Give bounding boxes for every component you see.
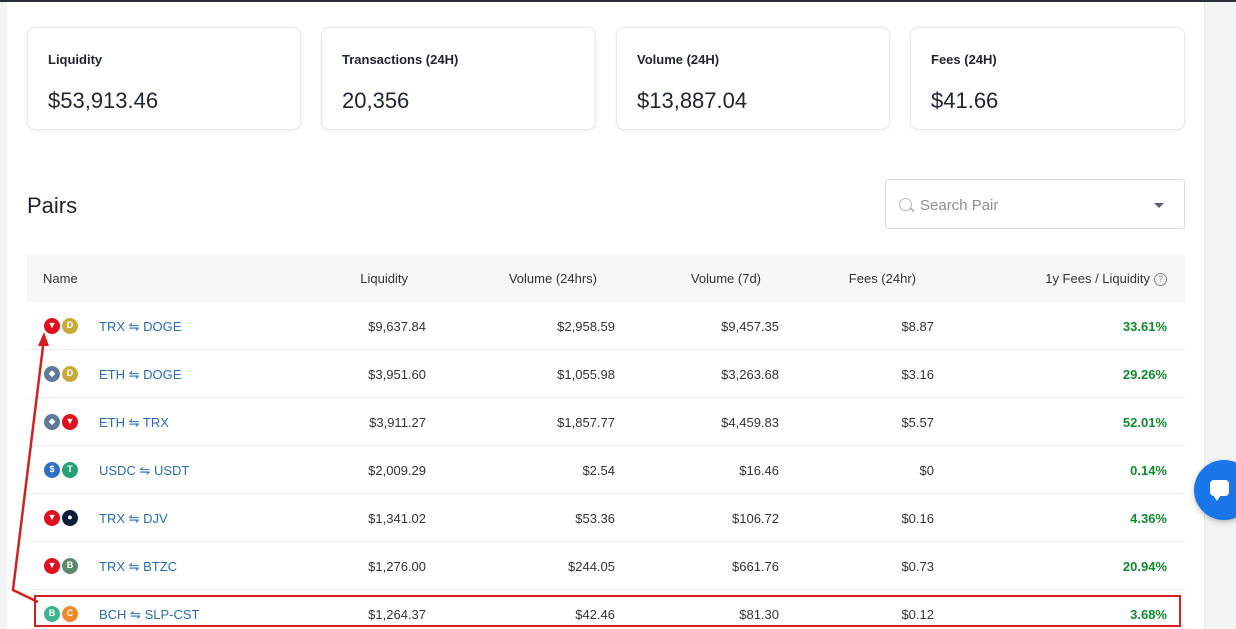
token-icon: D [61, 365, 79, 383]
column-fees-24h[interactable]: Fees (24hr) [849, 271, 916, 286]
cell-volume-24h: $42.46 [575, 607, 615, 622]
pair-link[interactable]: BCH ⇋ SLP-CST [99, 607, 199, 623]
column-volume-24h[interactable]: Volume (24hrs) [509, 271, 597, 286]
pair-link[interactable]: TRX ⇋ DJV [99, 511, 168, 527]
token-icon: ● [61, 509, 79, 527]
token-icon: $ [43, 461, 61, 479]
cell-fees-liquidity: 52.01% [1122, 415, 1167, 430]
cell-fees-24h: $8.87 [901, 319, 934, 334]
column-volume-7d[interactable]: Volume (7d) [691, 271, 761, 286]
table-header: Name Liquidity Volume (24hrs) Volume (7d… [27, 254, 1185, 302]
token-icon: ▼ [61, 413, 79, 431]
table-row[interactable]: ▼ D TRX ⇋ DOGE $9,637.84 $2,958.59 $9,457.35 $… [27, 302, 1185, 350]
cell-fees-24h: $0.16 [901, 511, 934, 526]
pair-link[interactable]: ETH ⇋ TRX [99, 415, 169, 431]
table-row[interactable]: ▼ ● TRX ⇋ DJV $1,341.02 $53.36 $106.72 $0.16 4.… [27, 494, 1185, 542]
table-row[interactable]: ◆ D ETH ⇋ DOGE $3,951.60 $1,055.98 $3,263.68 $… [27, 350, 1185, 398]
column-fees-liquidity[interactable]: 1y Fees / Liquidity? [1045, 271, 1167, 287]
cell-volume-24h: $244.05 [568, 559, 615, 574]
token-icon: ◆ [43, 365, 61, 383]
cell-volume-7d: $81.30 [739, 607, 779, 622]
cell-volume-7d: $4,459.83 [721, 415, 779, 430]
stat-value: $13,887.04 [637, 88, 748, 113]
pair-link[interactable]: ETH ⇋ DOGE [99, 367, 181, 383]
pairs-title: Pairs [27, 193, 78, 218]
token-icon: T [61, 461, 79, 479]
stat-card-volume: Volume (24H) $13,887.04 [616, 27, 890, 130]
stat-value: $53,913.46 [48, 88, 159, 113]
stat-label: Transactions (24H) [342, 52, 459, 67]
cell-liquidity: $2,009.29 [368, 463, 426, 478]
search-pair-select[interactable] [885, 179, 1185, 229]
cell-liquidity: $1,341.02 [368, 511, 426, 526]
cell-fees-liquidity: 3.68% [1130, 607, 1167, 622]
pair-link[interactable]: USDC ⇋ USDT [99, 463, 189, 479]
cell-fees-liquidity: 33.61% [1122, 319, 1167, 334]
token-icon: B [61, 557, 79, 575]
stat-value: 20,356 [342, 88, 410, 113]
chevron-down-icon[interactable] [1154, 203, 1164, 208]
cell-volume-7d: $9,457.35 [721, 319, 779, 334]
cell-liquidity: $9,637.84 [368, 319, 426, 334]
cell-volume-7d: $16.46 [739, 463, 779, 478]
page-gutter [1206, 2, 1236, 629]
cell-fees-24h: $0 [919, 463, 934, 478]
token-icon: D [61, 317, 79, 335]
token-icon: ◆ [43, 413, 61, 431]
search-input[interactable] [920, 194, 1150, 216]
cell-fees-24h: $0.12 [901, 607, 934, 622]
cell-volume-7d: $661.76 [732, 559, 779, 574]
cell-liquidity: $3,911.27 [369, 415, 426, 430]
cell-fees-24h: $0.73 [901, 559, 934, 574]
stat-label: Fees (24H) [931, 52, 997, 67]
cell-fees-liquidity: 20.94% [1122, 559, 1167, 574]
cell-fees-liquidity: 0.14% [1130, 463, 1167, 478]
cell-fees-liquidity: 29.26% [1122, 367, 1167, 382]
cell-volume-24h: $53.36 [575, 511, 615, 526]
cell-volume-7d: $106.72 [732, 511, 779, 526]
table-row[interactable]: B C BCH ⇋ SLP-CST $1,264.37 $42.46 $81.30 $0.1… [27, 590, 1185, 629]
stat-label: Liquidity [48, 52, 103, 67]
chat-icon [1210, 480, 1229, 501]
column-fees-liquidity-label: 1y Fees / Liquidity [1045, 271, 1150, 286]
stat-card-liquidity: Liquidity $53,913.46 [27, 27, 301, 130]
cell-liquidity: $1,264.37 [368, 607, 426, 622]
pair-link[interactable]: TRX ⇋ DOGE [99, 319, 181, 335]
stat-label: Volume (24H) [637, 52, 720, 67]
cell-volume-7d: $3,263.68 [721, 367, 779, 382]
cell-liquidity: $3,951.60 [368, 367, 426, 382]
token-icon: B [43, 605, 61, 623]
stat-value: $41.66 [931, 88, 999, 113]
column-liquidity[interactable]: Liquidity [360, 271, 408, 286]
cell-volume-24h: $1,055.98 [557, 367, 615, 382]
table-row[interactable]: ◆ ▼ ETH ⇋ TRX $3,911.27 $1,857.77 $4,459.83 $5… [27, 398, 1185, 446]
table-row[interactable]: $ T USDC ⇋ USDT $2,009.29 $2.54 $16.46 $0 0.14% [27, 446, 1185, 494]
pair-link[interactable]: TRX ⇋ BTZC [99, 559, 177, 575]
cell-liquidity: $1,276.00 [368, 559, 426, 574]
token-icon: ▼ [43, 317, 61, 335]
cell-fees-24h: $3.16 [901, 367, 934, 382]
table-row[interactable]: ▼ B TRX ⇋ BTZC $1,276.00 $244.05 $661.76 $0.73… [27, 542, 1185, 590]
cell-fees-24h: $5.57 [901, 415, 934, 430]
stat-card-fees: Fees (24H) $41.66 [910, 27, 1185, 130]
cell-volume-24h: $1,857.77 [557, 415, 615, 430]
cell-volume-24h: $2.54 [582, 463, 615, 478]
column-name[interactable]: Name [43, 271, 78, 286]
stat-card-transactions: Transactions (24H) 20,356 [321, 27, 596, 130]
info-icon[interactable]: ? [1154, 273, 1167, 287]
token-icon: ▼ [43, 509, 61, 527]
token-icon: ▼ [43, 557, 61, 575]
search-icon [899, 198, 912, 211]
cell-fees-liquidity: 4.36% [1130, 511, 1167, 526]
cell-volume-24h: $2,958.59 [557, 319, 615, 334]
pairs-table: Name Liquidity Volume (24hrs) Volume (7d… [27, 254, 1185, 629]
token-icon: C [61, 605, 79, 623]
